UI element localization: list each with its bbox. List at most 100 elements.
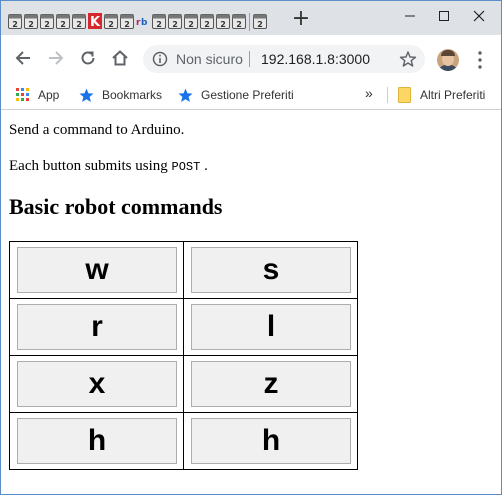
security-status[interactable]: Non sicuro <box>176 51 243 67</box>
command-button-x[interactable]: x <box>17 361 177 407</box>
calendar-icon[interactable]: 2 <box>215 13 231 29</box>
address-bar[interactable]: Non sicuro 192.168.1.8:3000 <box>143 45 425 73</box>
table-cell: x <box>9 355 184 413</box>
svg-text:K: K <box>90 15 101 29</box>
calendar-icon[interactable]: 2 <box>55 13 71 29</box>
new-tab-button[interactable]: + <box>290 8 312 31</box>
calendar-icon[interactable]: 2 <box>151 13 167 29</box>
omnibox-divider <box>249 51 250 67</box>
svg-text:2: 2 <box>172 20 178 29</box>
table-row: x z <box>9 355 358 413</box>
reload-button[interactable] <box>77 47 99 69</box>
table-cell: h <box>9 412 184 470</box>
command-button-z[interactable]: z <box>191 361 351 407</box>
browser-window: 22222K22rb2222222 + Non sicuro 192.168.1… <box>0 0 502 495</box>
calendar-icon[interactable]: 2 <box>231 13 247 29</box>
post-method-code: POST <box>171 160 201 174</box>
command-button-l[interactable]: l <box>191 304 351 350</box>
star-icon <box>178 88 193 103</box>
svg-text:2: 2 <box>44 20 50 29</box>
browser-toolbar: Non sicuro 192.168.1.8:3000 <box>1 35 501 81</box>
bookmark-label: App <box>38 88 60 102</box>
star-icon <box>79 88 94 103</box>
calendar-icon[interactable]: 2 <box>23 13 39 29</box>
forward-button[interactable] <box>45 47 67 69</box>
bookmarks-divider <box>387 87 388 103</box>
table-row: w s <box>9 241 358 299</box>
bookmark-label: Bookmarks <box>102 88 163 102</box>
svg-text:2: 2 <box>28 20 34 29</box>
close-window-button[interactable] <box>456 1 501 31</box>
svg-text:2: 2 <box>156 20 162 29</box>
svg-text:2: 2 <box>76 20 82 29</box>
calendar-icon[interactable]: 2 <box>71 13 87 29</box>
svg-text:b: b <box>141 18 148 28</box>
submit-method-text: Each button submits using POST . <box>9 158 208 175</box>
svg-text:2: 2 <box>220 20 226 29</box>
command-button-h-2[interactable]: h <box>191 418 351 464</box>
table-cell: h <box>183 412 358 470</box>
table-cell: l <box>183 298 358 356</box>
calendar-icon[interactable]: 2 <box>199 13 215 29</box>
arrow-right-icon <box>49 51 64 65</box>
calendar-icon[interactable]: 2 <box>252 13 268 29</box>
table-cell: z <box>183 355 358 413</box>
table-row: r l <box>9 298 358 356</box>
command-button-s[interactable]: s <box>191 247 351 293</box>
close-icon <box>473 10 485 22</box>
bookmark-bookmarks[interactable]: Bookmarks <box>79 86 162 104</box>
bookmark-gestione-preferiti[interactable]: Gestione Preferiti <box>178 86 294 104</box>
svg-text:2: 2 <box>60 20 66 29</box>
command-button-h[interactable]: h <box>17 418 177 464</box>
home-icon <box>112 50 128 66</box>
calendar-icon[interactable]: 2 <box>119 13 135 29</box>
bookmark-label: Altri Preferiti <box>420 88 486 102</box>
calendar-icon[interactable]: 2 <box>39 13 55 29</box>
title-bar: 22222K22rb2222222 + <box>1 1 501 35</box>
submit-text-after: . <box>204 158 208 174</box>
reload-icon <box>81 51 95 65</box>
page-heading: Basic robot commands <box>9 194 223 219</box>
arrow-left-icon <box>15 51 30 65</box>
table-cell: s <box>183 241 358 299</box>
red-k-icon[interactable]: K <box>87 13 103 29</box>
bookmarks-overflow-button[interactable]: » <box>365 85 373 101</box>
star-icon[interactable] <box>399 50 417 68</box>
tab-separator <box>249 13 250 31</box>
command-table: w s r l x z h h <box>9 241 358 470</box>
svg-text:2: 2 <box>204 20 210 29</box>
svg-text:2: 2 <box>257 20 263 29</box>
calendar-icon[interactable]: 2 <box>103 13 119 29</box>
calendar-icon[interactable]: 2 <box>7 13 23 29</box>
rb-icon[interactable]: rb <box>135 13 151 29</box>
calendar-icon[interactable]: 2 <box>167 13 183 29</box>
bookmark-other-folder[interactable]: Altri Preferiti <box>398 86 485 104</box>
tab-strip: 22222K22rb2222222 <box>7 13 268 31</box>
svg-text:2: 2 <box>188 20 194 29</box>
submit-text-before: Each button submits using <box>9 158 168 174</box>
page-content: Send a command to Arduino. Each button s… <box>1 110 501 494</box>
table-cell: r <box>9 298 184 356</box>
back-button[interactable] <box>12 47 34 69</box>
url-text[interactable]: 192.168.1.8:3000 <box>261 51 370 67</box>
folder-icon <box>398 87 412 103</box>
bookmark-label: Gestione Preferiti <box>201 88 294 102</box>
bookmark-app[interactable]: App <box>16 86 59 104</box>
menu-kebab-icon[interactable] <box>475 49 485 71</box>
table-cell: w <box>9 241 184 299</box>
profile-avatar[interactable] <box>437 49 459 71</box>
maximize-icon <box>439 11 449 21</box>
command-button-r[interactable]: r <box>17 304 177 350</box>
table-row: h h <box>9 412 358 470</box>
intro-text: Send a command to Arduino. <box>9 122 185 138</box>
svg-text:2: 2 <box>12 20 18 29</box>
home-button[interactable] <box>109 47 131 69</box>
svg-text:2: 2 <box>236 20 242 29</box>
apps-grid-icon <box>16 88 30 102</box>
bookmarks-bar: App Bookmarks Gestione Preferiti » Altri… <box>1 81 501 110</box>
calendar-icon[interactable]: 2 <box>183 13 199 29</box>
command-button-w[interactable]: w <box>17 247 177 293</box>
info-icon[interactable] <box>152 51 168 67</box>
svg-text:2: 2 <box>108 20 114 29</box>
minimize-icon <box>405 15 415 17</box>
